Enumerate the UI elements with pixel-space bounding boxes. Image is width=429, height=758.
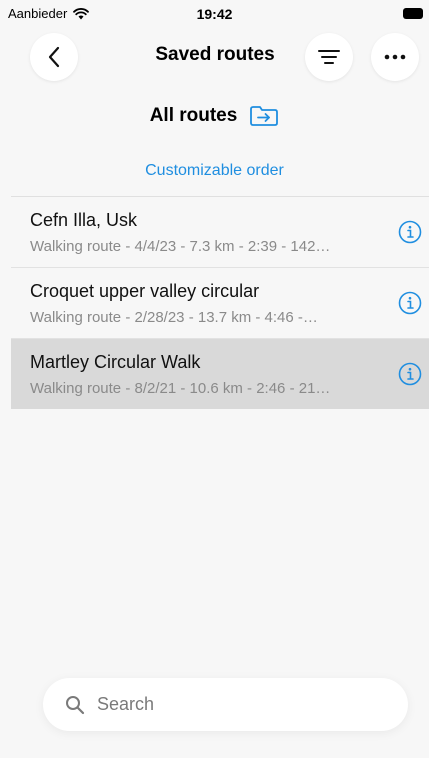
route-name: Martley Circular Walk — [30, 352, 201, 372]
route-item[interactable]: Cefn Illa, Usk Walking route - 4/4/23 - … — [11, 197, 429, 268]
ellipsis-icon — [384, 54, 406, 60]
back-button[interactable] — [30, 33, 78, 81]
more-button[interactable] — [371, 33, 419, 81]
folder-button[interactable] — [249, 104, 279, 128]
filter-lines-icon — [318, 50, 340, 64]
folder-arrow-icon — [250, 106, 279, 126]
route-meta: Walking route - 2/28/23 - 13.7 km - 4:46… — [30, 309, 318, 326]
info-icon[interactable] — [398, 362, 422, 386]
page-title: Saved routes — [155, 44, 275, 65]
chevron-left-icon — [48, 46, 60, 68]
filter-button[interactable] — [305, 33, 353, 81]
route-name: Cefn Illa, Usk — [30, 210, 138, 230]
info-icon[interactable] — [398, 291, 422, 315]
status-bar: Aanbieder 19:42 — [0, 0, 429, 26]
header: Saved routes — [0, 30, 429, 86]
route-meta: Walking route - 8/2/21 - 10.6 km - 2:46 … — [30, 380, 331, 397]
search-icon — [66, 695, 85, 714]
route-item[interactable]: Martley Circular Walk Walking route - 8/… — [11, 339, 429, 409]
route-meta: Walking route - 4/4/23 - 7.3 km - 2:39 -… — [30, 238, 331, 255]
route-name: Croquet upper valley circular — [30, 281, 260, 301]
section-header: All routes — [0, 104, 429, 128]
status-time: 19:42 — [196, 6, 233, 22]
battery-icon — [403, 8, 423, 19]
search-bar[interactable] — [43, 678, 408, 731]
customizable-order-link[interactable]: Customizable order — [0, 162, 429, 180]
route-list: Cefn Illa, Usk Walking route - 4/4/23 - … — [11, 196, 429, 409]
search-input[interactable] — [95, 693, 379, 716]
info-icon[interactable] — [398, 220, 422, 244]
section-title: All routes — [149, 105, 238, 126]
route-item[interactable]: Croquet upper valley circular Walking ro… — [11, 268, 429, 339]
